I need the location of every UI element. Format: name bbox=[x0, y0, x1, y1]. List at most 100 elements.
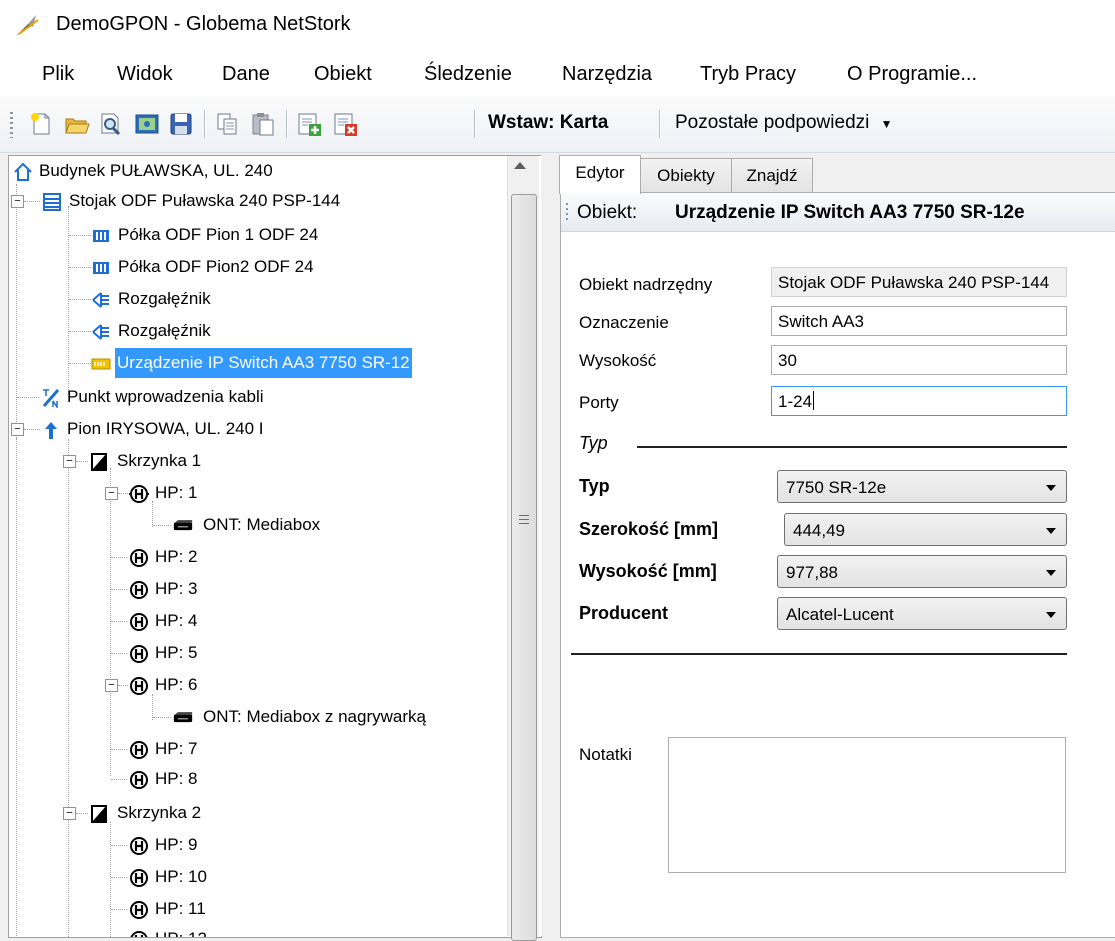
tree-connector bbox=[69, 299, 91, 300]
hp-icon bbox=[130, 869, 148, 887]
tree-connector bbox=[24, 201, 40, 202]
menu-sledzenie[interactable]: Śledzenie bbox=[424, 63, 512, 86]
tree-item-skrzynka-1[interactable]: − Skrzynka 1 bbox=[9, 446, 509, 476]
tree-connector bbox=[69, 331, 91, 332]
title-bar: DemoGPON - Globema NetStork bbox=[0, 0, 1115, 52]
szerokosc-select[interactable]: 444,49 bbox=[784, 513, 1067, 546]
tree-connector bbox=[153, 717, 171, 718]
field-label-obiekt-nadrzedny: Obiekt nadrzędny bbox=[579, 275, 713, 294]
hp-icon bbox=[130, 581, 148, 599]
tree-item-hp-7[interactable]: HP: 7 bbox=[9, 734, 509, 764]
collapse-toggle[interactable]: − bbox=[11, 195, 24, 208]
shelf-icon bbox=[93, 230, 109, 242]
collapse-toggle[interactable]: − bbox=[105, 679, 118, 692]
tree-item-hp-8[interactable]: HP: 8 bbox=[9, 764, 509, 794]
insert-card-label[interactable]: Wstaw: Karta bbox=[488, 112, 608, 134]
parent-object-field[interactable]: Stojak ODF Puławska 240 PSP-144 bbox=[771, 267, 1067, 297]
collapse-toggle[interactable]: − bbox=[63, 455, 76, 468]
collapse-toggle[interactable]: − bbox=[105, 487, 118, 500]
object-tree[interactable]: Budynek PUŁAWSKA, UL. 240 − Stojak ODF P… bbox=[8, 155, 542, 938]
menu-o-programie[interactable]: O Programie... bbox=[847, 63, 977, 86]
editor-panel: Edytor Obiekty Znajdź Obiekt: Urządzenie… bbox=[550, 155, 1115, 938]
tree-item-stojak[interactable]: − Stojak ODF Puławska 240 PSP-144 bbox=[9, 186, 509, 216]
tree-item-ont-mediabox-nagrywarka[interactable]: ONT: Mediabox z nagrywarką bbox=[9, 702, 509, 732]
scroll-up-arrow-icon[interactable] bbox=[514, 162, 526, 169]
field-label-oznaczenie: Oznaczenie bbox=[579, 313, 669, 332]
hp-icon bbox=[130, 837, 148, 855]
delete-element-icon[interactable] bbox=[332, 111, 358, 137]
tab-edytor[interactable]: Edytor bbox=[559, 155, 641, 194]
collapse-toggle[interactable]: − bbox=[11, 423, 24, 436]
open-folder-icon[interactable] bbox=[64, 111, 90, 137]
menu-widok[interactable]: Widok bbox=[117, 63, 173, 86]
tree-connector bbox=[69, 363, 91, 364]
menu-dane[interactable]: Dane bbox=[222, 63, 270, 86]
tree-connector bbox=[69, 235, 91, 236]
tree-item-pion-irysowa[interactable]: − Pion IRYSOWA, UL. 240 I bbox=[9, 414, 509, 444]
tree-connector bbox=[111, 749, 127, 750]
house-icon bbox=[14, 162, 32, 181]
menu-bar: Plik Widok Dane Obiekt Śledzenie Narzędz… bbox=[0, 52, 1115, 96]
new-document-icon[interactable] bbox=[28, 111, 54, 137]
toolbar-grip[interactable] bbox=[10, 112, 13, 138]
menu-plik[interactable]: Plik bbox=[42, 63, 74, 86]
tree-item-hp-2[interactable]: HP: 2 bbox=[9, 542, 509, 572]
tree-item-rozgaleznik-2[interactable]: Rozgałęźnik bbox=[9, 316, 509, 346]
tree-item-polka-1[interactable]: Półka ODF Pion 1 ODF 24 bbox=[9, 220, 509, 250]
tree-item-hp-10[interactable]: HP: 10 bbox=[9, 862, 509, 892]
tree-item-punkt-wprowadzenia[interactable]: Punkt wprowadzenia kabli bbox=[9, 382, 509, 412]
tree-scrollbar[interactable] bbox=[507, 156, 539, 941]
height-field[interactable]: 30 bbox=[771, 345, 1067, 375]
typ-select[interactable]: 7750 SR-12e bbox=[777, 470, 1067, 503]
save-icon[interactable] bbox=[168, 111, 194, 137]
tab-obiekty[interactable]: Obiekty bbox=[639, 158, 733, 193]
collapse-toggle[interactable]: − bbox=[63, 807, 76, 820]
szerokosc-select-value: 444,49 bbox=[793, 521, 845, 540]
tree-item-hp-6[interactable]: − HP: 6 bbox=[9, 670, 509, 700]
hp-icon bbox=[130, 549, 148, 567]
hp-icon bbox=[130, 771, 148, 789]
add-element-icon[interactable] bbox=[296, 111, 322, 137]
notes-textarea[interactable] bbox=[668, 737, 1066, 873]
chevron-down-icon: ▼ bbox=[880, 117, 893, 131]
menu-tryb-pracy[interactable]: Tryb Pracy bbox=[700, 63, 796, 86]
tree-item-rozgaleznik-1[interactable]: Rozgałęźnik bbox=[9, 284, 509, 314]
other-hints-dropdown[interactable]: Pozostałe podpowiedzi ▼ bbox=[675, 112, 893, 134]
paste-icon[interactable] bbox=[250, 111, 276, 137]
tree-item-hp-1[interactable]: − HP: 1 bbox=[9, 478, 509, 508]
ports-field[interactable]: 1-24 bbox=[771, 386, 1067, 416]
splitter-icon bbox=[92, 324, 109, 340]
chevron-down-icon bbox=[1046, 485, 1056, 491]
tree-connector bbox=[76, 461, 88, 462]
typ-select-value: 7750 SR-12e bbox=[786, 478, 887, 497]
tree-item-polka-2[interactable]: Półka ODF Pion2 ODF 24 bbox=[9, 252, 509, 282]
tree-item-hp-3[interactable]: HP: 3 bbox=[9, 574, 509, 604]
scrollbar-thumb[interactable] bbox=[511, 194, 537, 941]
tree-item-skrzynka-2[interactable]: − Skrzynka 2 bbox=[9, 798, 509, 828]
wysokosc-select[interactable]: 977,88 bbox=[777, 555, 1067, 588]
producent-select[interactable]: Alcatel-Lucent bbox=[777, 597, 1067, 630]
tree-item-hp-5[interactable]: HP: 5 bbox=[9, 638, 509, 668]
chevron-down-icon bbox=[1046, 570, 1056, 576]
designation-field[interactable]: Switch AA3 bbox=[771, 306, 1067, 336]
tree-item-hp-11[interactable]: HP: 11 bbox=[9, 894, 509, 924]
tree-item-budynek[interactable]: Budynek PUŁAWSKA, UL. 240 bbox=[9, 156, 509, 186]
wysokosc-mm-label: Wysokość [mm] bbox=[579, 561, 717, 581]
panel-splitter[interactable] bbox=[541, 155, 550, 936]
toolbar-separator bbox=[474, 110, 476, 138]
tree-item-urzadzenie-ip-switch[interactable]: Urządzenie IP Switch AA3 7750 SR-12 bbox=[9, 348, 509, 378]
menu-obiekt[interactable]: Obiekt bbox=[314, 63, 372, 86]
menu-narzedzia[interactable]: Narzędzia bbox=[562, 63, 652, 86]
device-icon bbox=[91, 358, 111, 370]
tree-item-hp-9[interactable]: HP: 9 bbox=[9, 830, 509, 860]
hp-icon bbox=[130, 613, 148, 631]
tab-znajdz[interactable]: Znajdź bbox=[731, 158, 813, 193]
chevron-down-icon bbox=[1046, 528, 1056, 534]
typ-group-label: Typ bbox=[579, 433, 608, 453]
tree-item-hp-4[interactable]: HP: 4 bbox=[9, 606, 509, 636]
tree-connector bbox=[24, 429, 40, 430]
copy-icon[interactable] bbox=[214, 111, 240, 137]
tree-item-ont-mediabox[interactable]: ONT: Mediabox bbox=[9, 510, 509, 540]
map-view-icon[interactable] bbox=[134, 111, 160, 137]
print-preview-icon[interactable] bbox=[98, 111, 124, 137]
